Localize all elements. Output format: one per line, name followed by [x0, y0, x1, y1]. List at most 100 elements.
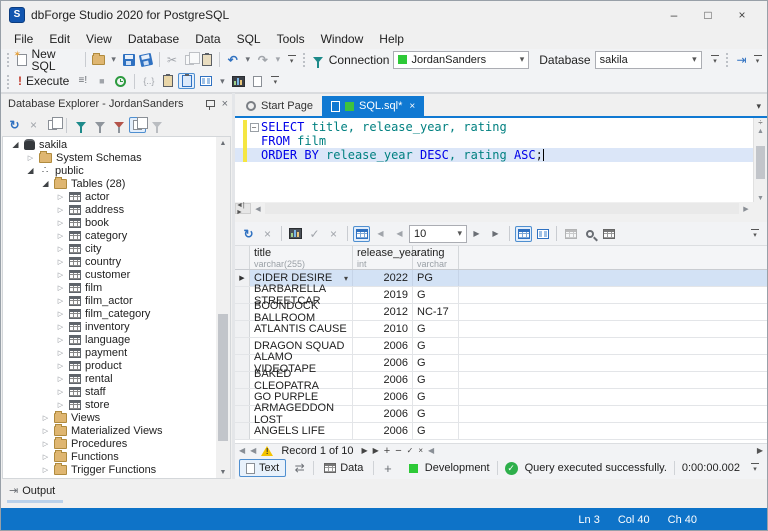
undo-button[interactable]: ↶ [225, 52, 240, 68]
tree-collapsed-icon[interactable]: ▷ [41, 440, 50, 448]
tree-collapsed-icon[interactable]: ▷ [56, 245, 65, 253]
cell-release_year[interactable]: 2010 [353, 321, 413, 337]
stop-button[interactable]: ■ [93, 73, 110, 89]
menu-view[interactable]: View [78, 30, 120, 48]
tree-collapsed-icon[interactable]: ▷ [56, 362, 65, 370]
cell-rating[interactable]: G [413, 321, 459, 337]
menu-database[interactable]: Database [120, 30, 187, 48]
tree-item-language[interactable]: ▷ language [3, 333, 216, 346]
tree-item-actor[interactable]: ▷ actor [3, 190, 216, 203]
disconnect-button[interactable] [110, 117, 127, 133]
tree-collapsed-icon[interactable]: ▷ [56, 219, 65, 227]
paste-button[interactable] [199, 52, 214, 68]
tree-collapsed-icon[interactable]: ▷ [56, 232, 65, 240]
first-page-button[interactable]: ◀ [372, 226, 389, 242]
parameters-button[interactable]: {..} [140, 73, 157, 89]
query-options-button[interactable] [178, 73, 196, 89]
add-result-tab-button[interactable]: + [379, 460, 396, 476]
tree-item-country[interactable]: ▷ country [3, 255, 216, 268]
tree-item-store[interactable]: ▷ store [3, 398, 216, 411]
redo-button[interactable]: ↷ [255, 52, 270, 68]
cell-release_year[interactable]: 2006 [353, 389, 413, 405]
column-header-rating[interactable]: rating varchar [413, 246, 459, 269]
database-select[interactable]: sakila ▾ [594, 50, 702, 69]
code-line-1[interactable]: − SELECT title, release_year, rating [235, 120, 767, 134]
close-tab-icon[interactable]: × [409, 101, 415, 112]
tree-collapsed-icon[interactable]: ▷ [56, 206, 65, 214]
format-code-button[interactable]: ⇥ [734, 52, 749, 68]
cell-release_year[interactable]: 2006 [353, 338, 413, 354]
next-page-button[interactable]: ▶ [468, 226, 485, 242]
export-data-button[interactable] [287, 226, 304, 242]
tree-expanded-icon[interactable]: ◢ [41, 179, 50, 188]
tree-item-system-schemas[interactable]: ▷ System Schemas [3, 150, 216, 164]
minimize-button[interactable]: – [657, 4, 691, 26]
tab-start-page[interactable]: Start Page [237, 96, 322, 116]
delete-record-button[interactable]: − [395, 445, 401, 457]
menu-help[interactable]: Help [371, 30, 412, 48]
undo-dropdown[interactable]: ▾ [242, 52, 253, 68]
connection-select[interactable]: JordanSanders ▾ [393, 50, 530, 69]
rollback-changes-button[interactable]: × [325, 226, 342, 242]
execute-button[interactable]: ! Execute [15, 73, 72, 89]
tree-item-procedures[interactable]: ▷ Procedures [3, 436, 216, 450]
document-list-dropdown[interactable]: ▾ [756, 101, 761, 112]
maximize-button[interactable]: □ [691, 4, 725, 26]
toolbar-grip[interactable] [6, 73, 11, 89]
tree-item-category[interactable]: ▷ category [3, 229, 216, 242]
cut-button[interactable]: ✂ [164, 52, 179, 68]
query-builder-dropdown[interactable]: ▾ [216, 73, 228, 89]
sql-editor[interactable]: − SELECT title, release_year, rating FROM … [235, 118, 767, 202]
edit-confirm-button[interactable]: ✓ [407, 446, 414, 455]
splitter-handle[interactable]: ◄|► [235, 202, 251, 216]
tree-collapsed-icon[interactable]: ▷ [56, 388, 65, 396]
tree-item-address[interactable]: ▷ address [3, 203, 216, 216]
commit-changes-button[interactable]: ✓ [306, 226, 323, 242]
cell-release_year[interactable]: 2006 [353, 372, 413, 388]
cell-rating[interactable]: G [413, 355, 459, 371]
open-file-dropdown[interactable]: ▾ [108, 52, 119, 68]
splitter-handle[interactable]: ÷ [758, 118, 762, 128]
cell-release_year[interactable]: 2012 [353, 304, 413, 320]
query-history-button[interactable] [112, 73, 129, 89]
cell-rating[interactable]: G [413, 338, 459, 354]
tree-collapsed-icon[interactable]: ▷ [56, 336, 65, 344]
close-button[interactable]: × [725, 4, 759, 26]
tab-sql-document[interactable]: SQL.sql* × [321, 96, 425, 116]
paging-mode-button[interactable] [353, 225, 370, 242]
tree-item-inventory[interactable]: ▷ inventory [3, 320, 216, 333]
refresh-button[interactable]: ↻ [6, 117, 23, 133]
duplicate-object-button[interactable] [44, 117, 63, 133]
card-view-button[interactable] [534, 226, 551, 242]
cell-release_year[interactable]: 2006 [353, 423, 413, 439]
tree-item-sakila[interactable]: ◢ sakila [3, 138, 216, 151]
cell-rating[interactable]: G [413, 406, 459, 422]
tree-collapsed-icon[interactable]: ▷ [56, 310, 65, 318]
toolbar-grip[interactable] [302, 52, 307, 67]
toolbar-overflow-button[interactable]: ▾ [749, 463, 761, 473]
toolbar-overflow-button[interactable]: ▾ [752, 54, 763, 65]
editor-vertical-scrollbar[interactable]: ÷ ▲ ▼ [753, 118, 767, 202]
new-snippet-button[interactable] [249, 73, 266, 89]
edit-cancel-button[interactable]: × [418, 446, 423, 455]
toolbar-overflow-button[interactable]: ▾ [749, 228, 761, 239]
menu-window[interactable]: Window [313, 30, 372, 48]
cell-rating[interactable]: G [413, 423, 459, 439]
tree-item-materialized-views[interactable]: ▷ Materialized Views [3, 423, 216, 437]
table-row[interactable]: ARMAGEDDON LOST 2006 G [235, 402, 767, 426]
tree-collapsed-icon[interactable]: ▷ [56, 297, 65, 305]
execute-script-button[interactable]: ≡! [74, 73, 91, 89]
open-file-button[interactable] [91, 52, 106, 68]
tree-expanded-icon[interactable]: ◢ [11, 140, 20, 149]
cell-release_year[interactable]: 2006 [353, 355, 413, 371]
table-row[interactable]: ANGELS LIFE 2006 G [235, 423, 767, 440]
table-row[interactable]: BAKED CLEOPATRA 2006 G [235, 368, 767, 392]
cell-dropdown-icon[interactable]: ▾ [340, 274, 348, 283]
tree-item-functions[interactable]: ▷ Functions [3, 449, 216, 463]
fold-collapse-icon[interactable]: − [249, 122, 259, 132]
menu-file[interactable]: File [6, 30, 41, 48]
scroll-right-icon[interactable]: ▶ [757, 446, 763, 455]
column-header-release_year[interactable]: release_year int [353, 246, 421, 269]
show-documents-button[interactable] [129, 117, 148, 133]
tree-item-tables-28-[interactable]: ◢ Tables (28) [3, 176, 216, 190]
